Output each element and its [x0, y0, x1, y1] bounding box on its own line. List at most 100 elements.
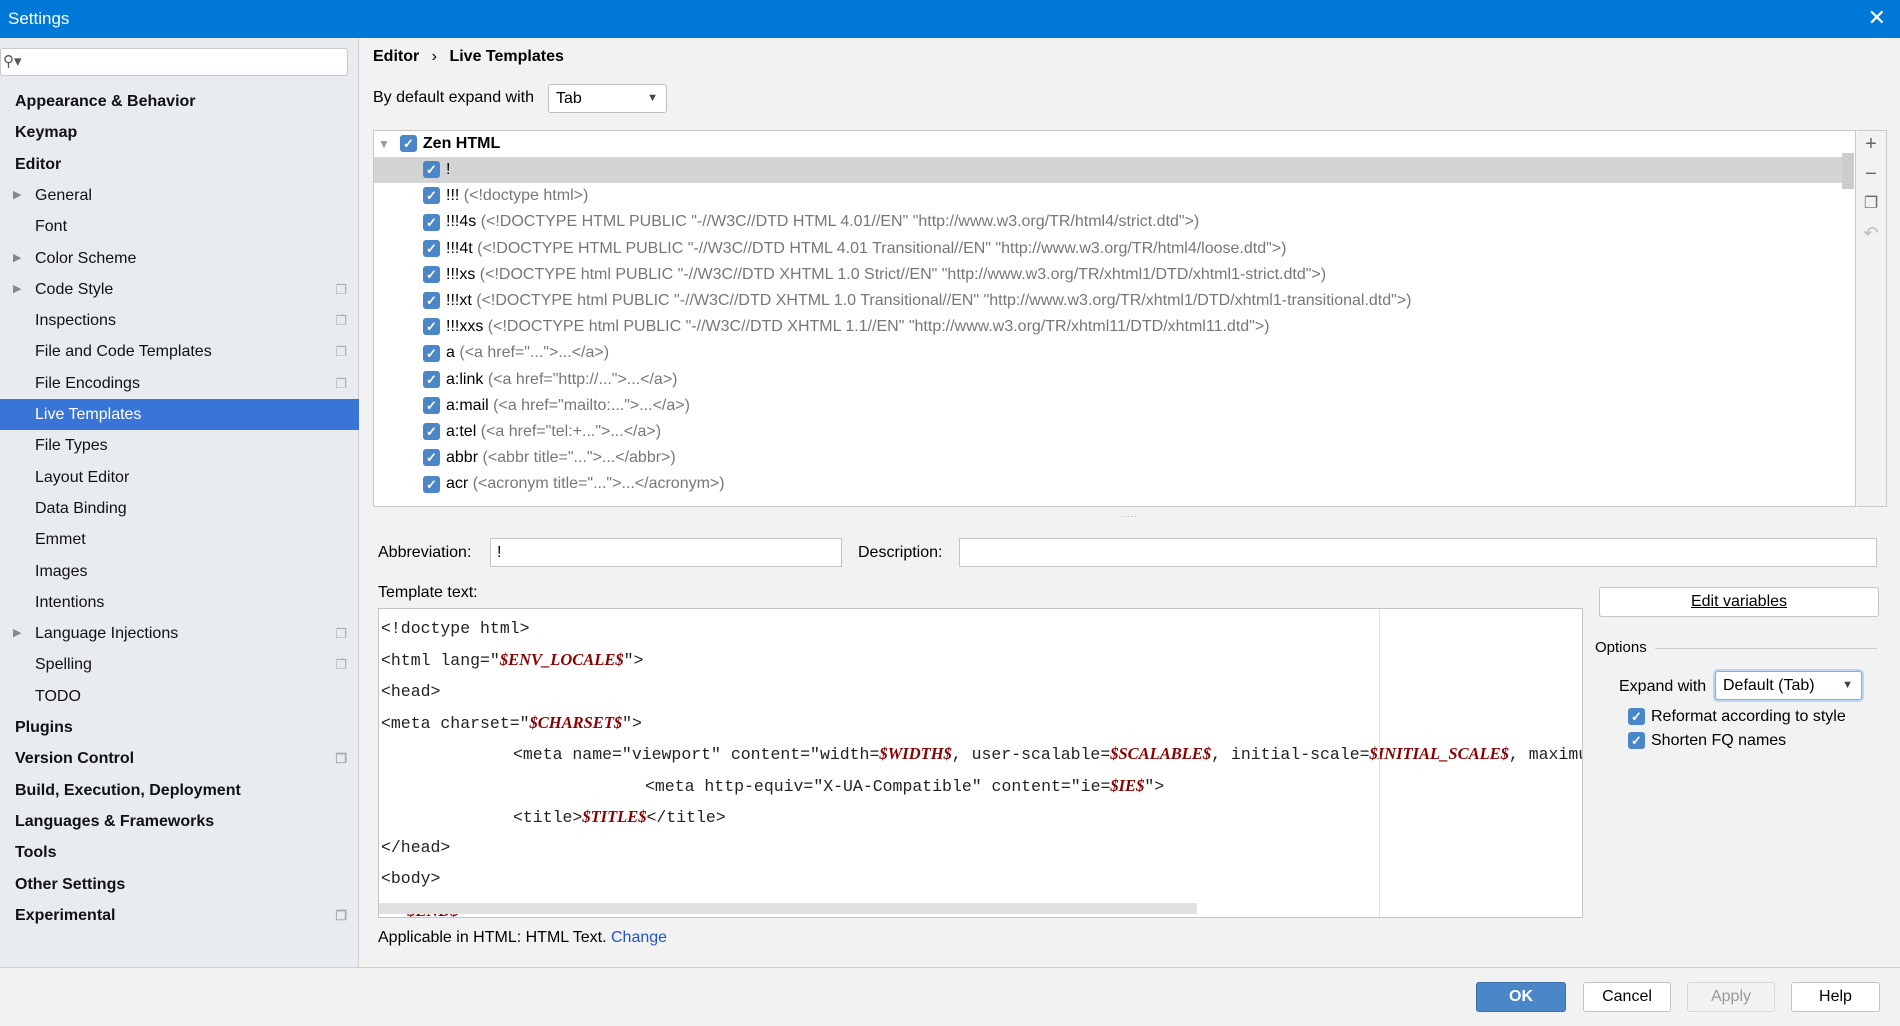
checkbox[interactable]: ✓ — [423, 213, 440, 231]
tree-group-zen-html[interactable]: ▼ ✓ Zen HTML — [374, 131, 1842, 157]
template-text-editor[interactable]: <!doctype html> <html lang="$ENV_LOCALE$"… — [378, 608, 1583, 918]
breadcrumb-parent[interactable]: Editor — [373, 48, 419, 65]
sidebar-item-editor[interactable]: Editor — [0, 149, 359, 180]
template-description: (<!DOCTYPE HTML PUBLIC "-//W3C//DTD HTML… — [477, 239, 1287, 257]
checkbox[interactable]: ✓ — [423, 187, 440, 205]
checkbox[interactable]: ✓ — [399, 135, 417, 153]
group-label: Zen HTML — [422, 135, 501, 152]
template-row[interactable]: ✓ !!!xs (<!DOCTYPE html PUBLIC "-//W3C//D… — [374, 262, 1842, 288]
checkbox-checked-icon: ✓ — [1628, 732, 1645, 750]
sidebar-item-experimental[interactable]: Experimental ❐ — [0, 900, 359, 931]
reformat-checkbox[interactable]: ✓ Reformat according to style — [1628, 708, 1846, 726]
template-row[interactable]: ✓ a:link (<a href="http://...">...</a>) — [374, 367, 1842, 393]
chevron-right-icon[interactable]: ▶ — [13, 180, 21, 211]
sidebar-item-tools[interactable]: Tools — [0, 837, 359, 868]
sidebar-item-general[interactable]: ▶ General — [0, 180, 359, 211]
template-text: "> — [1144, 776, 1165, 796]
template-row[interactable]: ✓ !!!xxs (<!DOCTYPE html PUBLIC "-//W3C//… — [374, 314, 1842, 340]
templates-tree[interactable]: ▼ ✓ Zen HTML ✓! ✓!!! (<!doctype html>) ✓!!!… — [373, 130, 1856, 507]
template-row[interactable]: ✓ abbr (<abbr title="...">...</abbr>) — [374, 445, 1842, 471]
template-row[interactable]: ✓ a (<a href="...">...</a>) — [374, 340, 1842, 366]
template-row[interactable]: ✓ !!!xt (<!DOCTYPE html PUBLIC "-//W3C//D… — [374, 288, 1842, 314]
undo-icon[interactable]: ↶ — [1857, 223, 1885, 244]
sidebar-item-spelling[interactable]: Spelling ❐ — [0, 649, 359, 680]
template-line: <body> — [381, 863, 440, 894]
template-row[interactable]: ✓ !!!4s (<!DOCTYPE HTML PUBLIC "-//W3C//D… — [374, 209, 1842, 235]
apply-button[interactable]: Apply — [1687, 982, 1775, 1012]
checkbox[interactable]: ✓ — [423, 370, 440, 388]
edit-variables-button[interactable]: Edit variables — [1599, 587, 1879, 617]
sidebar-item-images[interactable]: Images — [0, 556, 359, 587]
template-variable: $CHARSET$ — [529, 712, 623, 732]
sidebar-item-build-execution-deployment[interactable]: Build, Execution, Deployment — [0, 775, 359, 806]
template-text: "> — [623, 651, 644, 671]
chevron-right-icon[interactable]: ▶ — [13, 618, 21, 649]
cancel-button[interactable]: Cancel — [1583, 982, 1671, 1012]
sidebar-item-color-scheme[interactable]: ▶ Color Scheme — [0, 243, 359, 274]
vertical-scrollbar[interactable] — [1842, 153, 1854, 189]
sidebar-item-code-style[interactable]: ▶ Code Style ❐ — [0, 274, 359, 305]
sidebar-item-plugins[interactable]: Plugins — [0, 712, 359, 743]
checkbox[interactable]: ✓ — [423, 449, 440, 467]
expand-with-select[interactable]: Default (Tab) ▼ — [1715, 671, 1862, 700]
sidebar-item-file-types[interactable]: File Types — [0, 430, 359, 461]
template-line: <html lang="$ENV_LOCALE$"> — [381, 644, 643, 675]
checkbox[interactable]: ✓ — [423, 292, 440, 310]
checkbox[interactable]: ✓ — [423, 318, 440, 336]
checkbox[interactable]: ✓ — [423, 397, 440, 415]
sidebar-item-appearance-behavior[interactable]: Appearance & Behavior — [0, 86, 359, 117]
options-divider — [1655, 648, 1877, 649]
sidebar-item-todo[interactable]: TODO — [0, 681, 359, 712]
template-text: <meta http-equiv="X-UA-Compatible" conte… — [645, 776, 1111, 796]
splitter-handle[interactable]: ..... — [1120, 509, 1138, 519]
sidebar-item-data-binding[interactable]: Data Binding — [0, 493, 359, 524]
description-input[interactable] — [959, 538, 1877, 567]
checkbox[interactable]: ✓ — [423, 423, 440, 441]
sidebar-item-label: Font — [35, 218, 68, 236]
shorten-fq-checkbox[interactable]: ✓ Shorten FQ names — [1628, 732, 1786, 750]
sidebar-item-file-and-code-templates[interactable]: File and Code Templates ❐ — [0, 336, 359, 367]
chevron-right-icon[interactable]: ▶ — [13, 274, 21, 305]
change-context-link[interactable]: Change — [611, 929, 667, 946]
sidebar-item-layout-editor[interactable]: Layout Editor — [0, 462, 359, 493]
sidebar-item-keymap[interactable]: Keymap — [0, 117, 359, 148]
sidebar-item-version-control[interactable]: Version Control ❐ — [0, 743, 359, 774]
sidebar-item-live-templates[interactable]: Live Templates — [0, 399, 359, 430]
minus-icon[interactable]: − — [1857, 163, 1885, 186]
checkbox[interactable]: ✓ — [423, 344, 440, 362]
sidebar-item-languages-frameworks[interactable]: Languages & Frameworks — [0, 806, 359, 837]
ok-button[interactable]: OK — [1476, 982, 1566, 1012]
help-button[interactable]: Help — [1791, 982, 1880, 1012]
sidebar-item-inspections[interactable]: Inspections ❐ — [0, 305, 359, 336]
project-settings-icon: ❐ — [335, 657, 347, 673]
template-row[interactable]: ✓!!! (<!doctype html>) — [374, 183, 1842, 209]
expand-arrow-icon[interactable]: ▼ — [378, 137, 390, 151]
close-icon[interactable]: ✕ — [1868, 5, 1886, 31]
template-row[interactable]: ✓ acr (<acronym title="...">...</acronym>… — [374, 471, 1842, 497]
sidebar-item-other-settings[interactable]: Other Settings — [0, 869, 359, 900]
checkbox[interactable]: ✓ — [423, 161, 440, 179]
default-expand-label: By default expand with — [373, 89, 534, 106]
template-row[interactable]: ✓! — [374, 157, 1842, 183]
template-abbreviation: a — [446, 344, 455, 362]
sidebar-item-emmet[interactable]: Emmet — [0, 524, 359, 555]
template-text: </title> — [646, 807, 726, 827]
search-input[interactable]: ⚲▾ — [0, 48, 348, 76]
sidebar-item-font[interactable]: Font — [0, 211, 359, 242]
template-row[interactable]: ✓ a:mail (<a href="mailto:...">...</a>) — [374, 393, 1842, 419]
template-row[interactable]: ✓ a:tel (<a href="tel:+...">...</a>) — [374, 419, 1842, 445]
plus-icon[interactable]: + — [1857, 133, 1885, 156]
copy-icon[interactable]: ❐ — [1857, 193, 1885, 213]
template-text-label: Template text: — [378, 584, 478, 601]
template-row[interactable]: ✓ !!!4t (<!DOCTYPE HTML PUBLIC "-//W3C//D… — [374, 236, 1842, 262]
checkbox[interactable]: ✓ — [423, 266, 440, 284]
default-expand-select[interactable]: Tab ▼ — [548, 84, 667, 113]
checkbox[interactable]: ✓ — [423, 239, 440, 257]
sidebar-item-language-injections[interactable]: ▶ Language Injections ❐ — [0, 618, 359, 649]
sidebar-item-file-encodings[interactable]: File Encodings ❐ — [0, 368, 359, 399]
checkbox[interactable]: ✓ — [423, 475, 440, 493]
chevron-right-icon[interactable]: ▶ — [13, 243, 21, 274]
horizontal-scrollbar[interactable] — [379, 903, 1197, 914]
abbreviation-input[interactable]: ! — [490, 538, 842, 567]
sidebar-item-intentions[interactable]: Intentions — [0, 587, 359, 618]
